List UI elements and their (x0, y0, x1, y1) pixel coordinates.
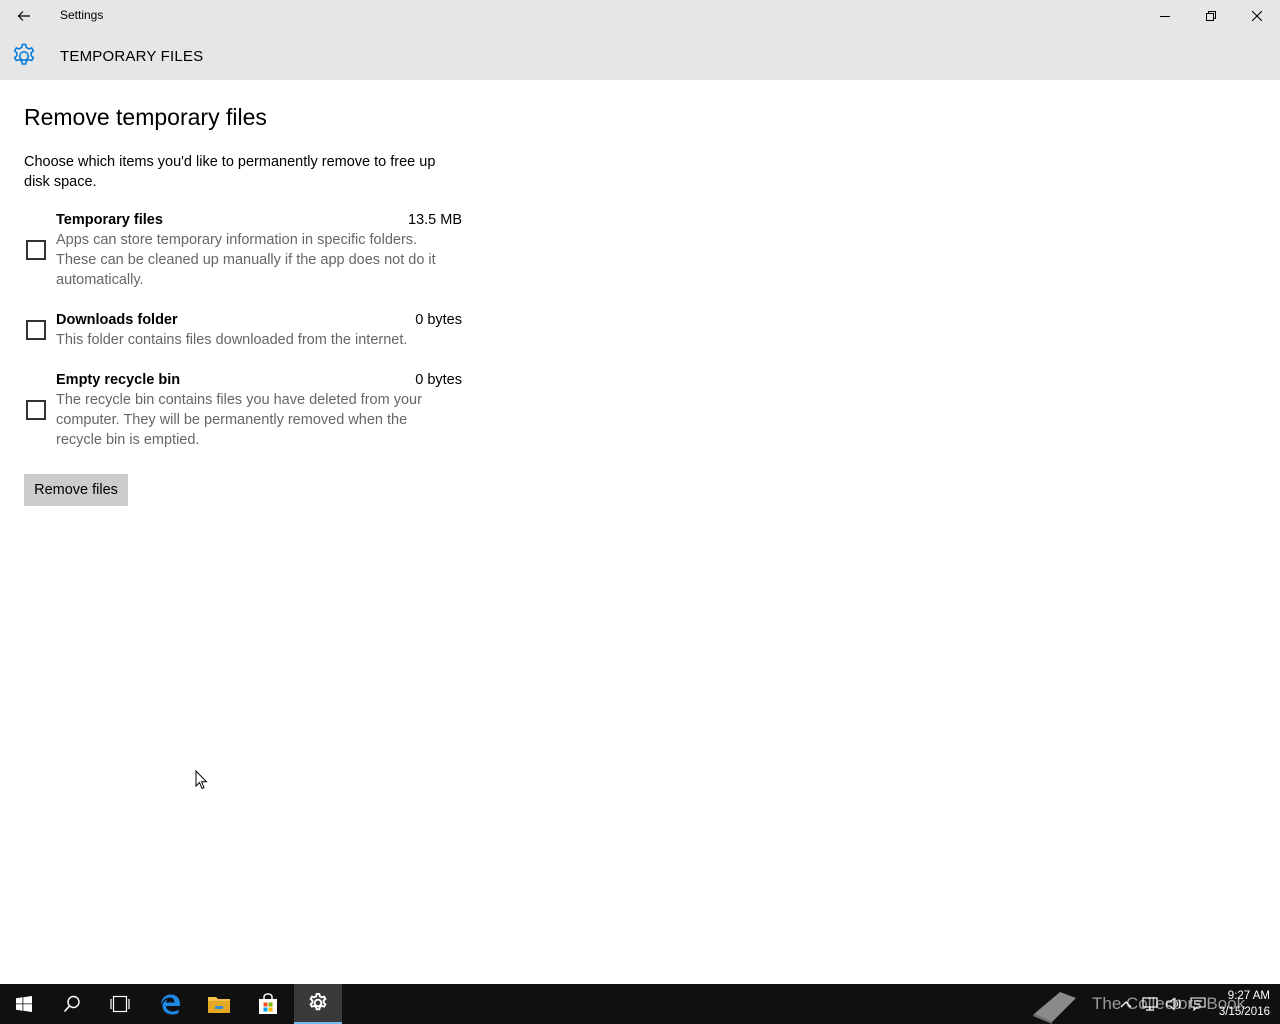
restore-button[interactable] (1188, 0, 1234, 32)
task-view-icon (110, 995, 130, 1013)
page-header-title: TEMPORARY FILES (60, 48, 204, 65)
start-button[interactable] (0, 984, 48, 1024)
empty-recycle-bin-checkbox[interactable] (26, 400, 46, 420)
option-description: This folder contains files downloaded fr… (56, 332, 408, 348)
network-icon (1142, 997, 1158, 1011)
option-size: 0 bytes (415, 372, 462, 388)
windows-start-icon (16, 996, 32, 1012)
minimize-icon (1160, 16, 1170, 17)
chevron-up-icon (1120, 1001, 1132, 1008)
option-name: Downloads folder (56, 312, 178, 328)
clock[interactable]: 9:27 AM 3/15/2016 (1219, 988, 1270, 1020)
search-button[interactable] (48, 984, 96, 1024)
page-header: TEMPORARY FILES (0, 32, 1280, 80)
option-size: 13.5 MB (408, 212, 462, 228)
close-icon (1252, 11, 1262, 21)
network-button[interactable] (1142, 996, 1158, 1012)
close-button[interactable] (1234, 0, 1280, 32)
remove-files-button[interactable]: Remove files (24, 474, 128, 506)
minimize-button[interactable] (1142, 0, 1188, 32)
store-taskbar-button[interactable] (244, 984, 292, 1024)
back-button[interactable] (0, 0, 48, 32)
file-explorer-taskbar-button[interactable] (195, 984, 243, 1024)
task-view-button[interactable] (96, 984, 144, 1024)
settings-taskbar-button[interactable] (294, 984, 342, 1024)
temporary-files-checkbox[interactable] (26, 240, 46, 260)
title-bar: Settings (0, 0, 1280, 32)
volume-button[interactable] (1166, 996, 1182, 1012)
option-description: Apps can store temporary information in … (56, 232, 436, 288)
file-explorer-icon (208, 997, 230, 1013)
option-name: Temporary files (56, 212, 163, 228)
search-icon (63, 995, 80, 1013)
window-title: Settings (60, 8, 104, 22)
gear-icon (13, 43, 35, 65)
option-name: Empty recycle bin (56, 372, 181, 388)
action-center-button[interactable] (1190, 996, 1206, 1012)
window-controls (1142, 0, 1280, 32)
back-arrow-icon (17, 11, 30, 21)
action-center-icon (1190, 997, 1206, 1011)
page-title: Remove temporary files (24, 104, 267, 130)
book-logo-icon (1033, 992, 1076, 1024)
downloads-folder-checkbox[interactable] (26, 320, 46, 340)
taskbar: The Collectors Book 9:27 AM 3/15/2016 (0, 984, 1280, 1024)
option-description: The recycle bin contains files you have … (56, 392, 422, 448)
volume-icon (1166, 997, 1181, 1011)
clock-time: 9:27 AM (1227, 990, 1270, 1002)
option-size: 0 bytes (415, 312, 462, 328)
mouse-cursor-icon (195, 770, 208, 790)
settings-gear-icon (309, 993, 327, 1011)
edge-taskbar-button[interactable] (146, 984, 194, 1024)
system-tray (1118, 984, 1206, 1024)
clock-date: 3/15/2016 (1218, 1006, 1270, 1018)
restore-icon (1206, 11, 1216, 21)
page-description: Choose which items you'd like to permane… (24, 154, 436, 190)
show-hidden-icons-button[interactable] (1118, 996, 1134, 1012)
edge-browser-icon (161, 994, 180, 1015)
store-icon (259, 993, 277, 1014)
